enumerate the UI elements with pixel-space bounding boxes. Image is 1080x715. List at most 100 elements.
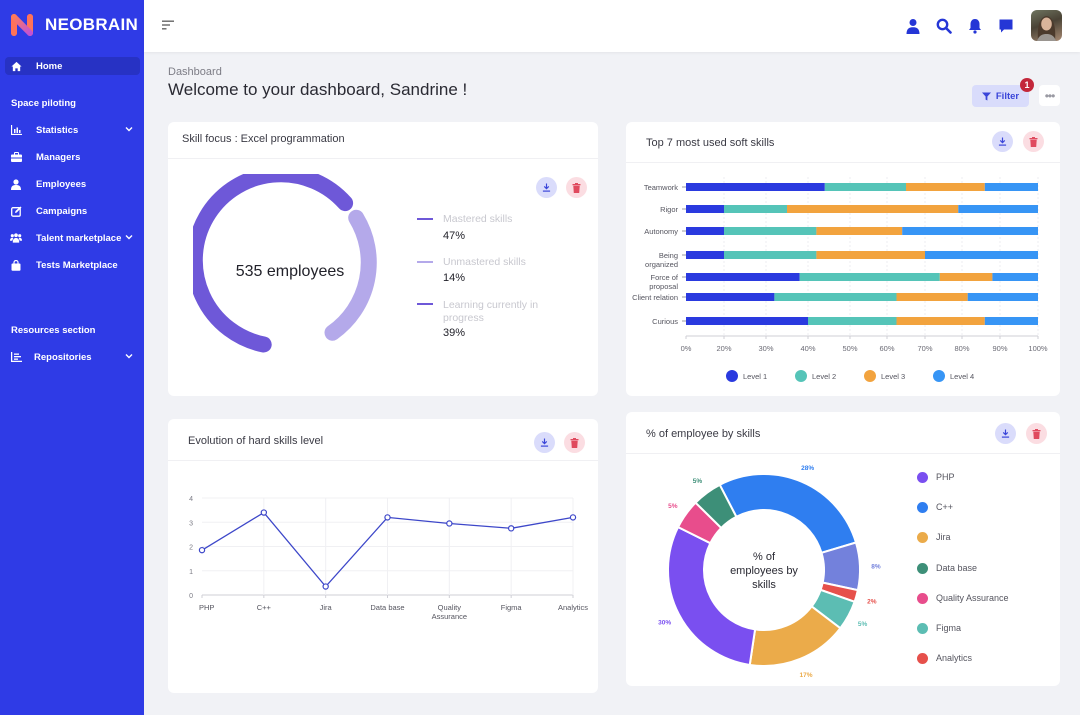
sidebar-item-employees[interactable]: Employees xyxy=(5,175,140,193)
bar-segment xyxy=(925,251,1038,259)
bar-segment xyxy=(686,273,800,281)
app-name: NEOBRAIN xyxy=(45,15,139,34)
bar-segment xyxy=(724,251,817,259)
sidebar-item-statistics[interactable]: Statistics xyxy=(5,121,140,139)
bar-segment xyxy=(906,183,985,191)
download-icon xyxy=(1001,429,1010,438)
download-button[interactable] xyxy=(534,432,555,453)
legend-dot xyxy=(795,370,807,382)
bar-segment xyxy=(896,317,985,325)
chevron-down-icon xyxy=(125,235,133,240)
x-tick-label: Figma xyxy=(501,603,523,612)
breadcrumb[interactable]: Dashboard xyxy=(168,66,222,78)
chat-icon[interactable] xyxy=(998,18,1014,34)
y-tick-label: 3 xyxy=(189,520,193,527)
data-point xyxy=(507,525,515,532)
card-title: Skill focus : Excel programmation xyxy=(182,133,345,145)
x-tick-label: Jira xyxy=(320,603,333,612)
legend-dot xyxy=(933,370,945,382)
legend-swatch xyxy=(417,261,433,263)
bar-segment xyxy=(816,227,903,235)
legend-label: Level 3 xyxy=(881,372,905,381)
bar-segment xyxy=(724,205,787,213)
download-icon xyxy=(540,438,549,447)
delete-button[interactable] xyxy=(566,177,587,198)
x-tick-label: Analytics xyxy=(558,603,588,612)
x-tick-label: 80% xyxy=(954,344,969,353)
sidebar-item-repositories[interactable]: Repositories xyxy=(5,348,140,366)
delete-button[interactable] xyxy=(564,432,585,453)
legend-label: Figma xyxy=(936,623,962,633)
x-tick-label: 60% xyxy=(879,344,894,353)
legend-label: Learning currently in progress xyxy=(443,299,539,324)
download-button[interactable] xyxy=(992,131,1013,152)
chevron-down-icon xyxy=(125,127,133,132)
delete-button[interactable] xyxy=(1023,131,1044,152)
search-icon[interactable] xyxy=(936,18,952,34)
legend-label: Level 1 xyxy=(743,372,767,381)
legend-dot xyxy=(917,653,928,665)
bell-icon[interactable] xyxy=(967,18,983,34)
sidebar-item-label: Repositories xyxy=(34,351,92,363)
legend-label: Level 2 xyxy=(812,372,836,381)
x-tick-label: Quality Assurance xyxy=(432,603,467,621)
sidebar-item-campaigns[interactable]: Campaigns xyxy=(5,202,140,220)
filter-count-badge: 1 xyxy=(1020,78,1034,92)
sidebar-item-home[interactable]: Home xyxy=(5,57,140,75)
x-tick-label: 90% xyxy=(992,344,1007,353)
bar-segment xyxy=(799,273,940,281)
sidebar-item-tests-marketplace[interactable]: Tests Marketplace xyxy=(5,256,140,274)
delete-button[interactable] xyxy=(1026,423,1047,444)
user-icon[interactable] xyxy=(905,18,921,34)
legend-label: Data base xyxy=(936,562,978,573)
data-point xyxy=(384,514,391,521)
y-category-label: Client relation xyxy=(632,293,678,302)
y-category-label: Being organized xyxy=(645,251,678,269)
slice-label: 17% xyxy=(800,672,813,679)
slice-label: 5% xyxy=(668,503,678,510)
sidebar-item-label: Talent marketplace xyxy=(36,232,122,244)
slice-label: 5% xyxy=(693,478,703,485)
logo[interactable]: NEOBRAIN xyxy=(9,12,138,38)
legend-value: 14% xyxy=(443,272,466,284)
y-tick-label: 2 xyxy=(189,545,193,552)
skill-focus-card: Skill focus : Excel programmation 535 em… xyxy=(168,122,598,396)
legend-label: Unmastered skills xyxy=(443,256,526,268)
more-options-button[interactable]: ••• xyxy=(1039,85,1060,106)
legend-label: Level 4 xyxy=(950,372,974,381)
edit-icon xyxy=(10,205,22,217)
sidebar-item-label: Home xyxy=(36,60,63,72)
bar-segment xyxy=(824,183,906,191)
ring-segment-mastered-learning xyxy=(193,174,354,353)
download-button[interactable] xyxy=(536,177,557,198)
filter-icon xyxy=(981,91,991,101)
user-avatar[interactable] xyxy=(1031,10,1062,41)
donut-center-label: % of employees by skills xyxy=(730,551,798,591)
bar-segment xyxy=(902,227,1038,235)
legend-label: Analytics xyxy=(936,653,973,664)
topbar xyxy=(144,0,1080,52)
sidebar-item-talent-marketplace[interactable]: Talent marketplace xyxy=(5,229,140,247)
soft-skills-bar-chart: 0% 20% 30% 40% 50% 60% 70% 80% 90% 100% Teamwork Ri… xyxy=(632,177,1048,382)
sidebar-item-label: Tests Marketplace xyxy=(36,259,118,271)
download-button[interactable] xyxy=(995,423,1016,444)
home-icon xyxy=(10,60,22,72)
slice-label: 28% xyxy=(801,465,814,472)
trash-icon xyxy=(570,437,579,448)
bar-segment xyxy=(686,293,775,301)
data-point xyxy=(322,583,329,590)
download-icon xyxy=(998,137,1007,146)
sidebar-item-managers[interactable]: Managers xyxy=(5,148,140,166)
skill-focus-ring-chart: 535 employees xyxy=(193,174,377,353)
legend-dot xyxy=(864,370,876,382)
legend-label: Mastered skills xyxy=(443,213,513,225)
x-tick-label: 50% xyxy=(842,344,857,353)
legend-label: PHP xyxy=(936,472,955,482)
card-title: Evolution of hard skills level xyxy=(188,435,324,447)
bar-segment xyxy=(984,317,1038,325)
ring-center-label: 535 employees xyxy=(236,263,345,280)
x-tick-label: 100% xyxy=(1028,344,1048,353)
slice-label: 30% xyxy=(658,620,671,627)
menu-toggle-icon[interactable] xyxy=(162,19,174,31)
x-tick-label: C++ xyxy=(257,603,272,612)
